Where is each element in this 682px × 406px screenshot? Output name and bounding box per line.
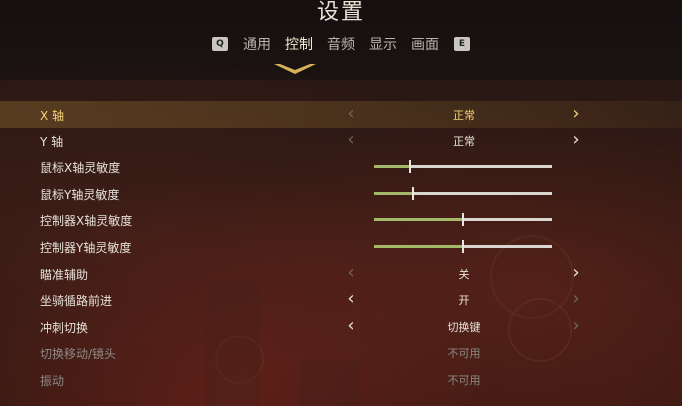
- next-tab-key-icon[interactable]: E: [454, 37, 470, 51]
- setting-label: Y 轴: [40, 135, 64, 149]
- chevron-right-icon[interactable]: ›: [569, 290, 583, 308]
- slider-handle[interactable]: [412, 187, 415, 200]
- chevron-right-icon[interactable]: ›: [569, 317, 583, 335]
- chevron-left-icon[interactable]: ‹: [344, 105, 358, 123]
- setting-row-controller-y-sensitivity[interactable]: 控制器Y轴灵敏度: [0, 233, 682, 260]
- setting-label: 控制器Y轴灵敏度: [40, 241, 132, 255]
- chevron-left-icon[interactable]: ‹: [344, 290, 358, 308]
- setting-value: 切换键: [447, 321, 481, 334]
- chevron-right-icon[interactable]: ›: [569, 264, 583, 282]
- setting-row-mouse-x-sensitivity[interactable]: 鼠标X轴灵敏度: [0, 153, 682, 180]
- setting-label: 鼠标Y轴灵敏度: [40, 188, 120, 202]
- setting-label: 坐骑循路前进: [40, 294, 113, 308]
- setting-value: 正常: [453, 109, 475, 122]
- tab-graphics[interactable]: 画面: [404, 34, 446, 54]
- setting-value: 正常: [453, 135, 475, 148]
- slider-fill: [374, 192, 414, 195]
- chevron-left-icon[interactable]: ‹: [344, 317, 358, 335]
- setting-label: 冲刺切换: [40, 321, 89, 335]
- setting-label: 控制器X轴灵敏度: [40, 214, 133, 228]
- setting-value: 不可用: [447, 374, 481, 387]
- setting-label: 瞄准辅助: [40, 268, 89, 282]
- chevron-right-icon[interactable]: ›: [569, 105, 583, 123]
- setting-row-y-axis[interactable]: Y 轴 ‹ 正常 ›: [0, 127, 682, 154]
- slider-fill: [374, 245, 463, 248]
- setting-row-switch-move-camera: 切换移动/镜头 不可用: [0, 339, 682, 366]
- setting-label: 振动: [40, 374, 65, 388]
- tab-controls[interactable]: 控制: [278, 34, 320, 54]
- tab-display[interactable]: 显示: [362, 34, 404, 54]
- setting-label: 鼠标X轴灵敏度: [40, 161, 121, 175]
- tab-bar: Q 通用 控制 音频 显示 画面 E: [0, 33, 682, 55]
- sensitivity-slider[interactable]: [374, 213, 552, 226]
- slider-handle[interactable]: [462, 240, 464, 253]
- slider-fill: [374, 218, 463, 221]
- tab-general[interactable]: 通用: [236, 34, 278, 54]
- setting-row-x-axis[interactable]: X 轴 ‹ 正常 ›: [0, 101, 682, 128]
- chevron-left-icon[interactable]: ‹: [344, 264, 358, 282]
- setting-row-mount-follow-path[interactable]: 坐骑循路前进 ‹ 开 ›: [0, 286, 682, 313]
- setting-row-aim-assist[interactable]: 瞄准辅助 ‹ 关 ›: [0, 260, 682, 287]
- sensitivity-slider[interactable]: [374, 240, 552, 253]
- setting-row-vibration: 振动 不可用: [0, 366, 682, 393]
- sensitivity-slider[interactable]: [374, 187, 552, 200]
- sensitivity-slider[interactable]: [374, 160, 552, 173]
- slider-handle[interactable]: [462, 213, 464, 226]
- tab-audio[interactable]: 音频: [320, 34, 362, 54]
- chevron-down-icon: [274, 64, 316, 74]
- slider-fill: [374, 165, 410, 168]
- chevron-right-icon[interactable]: ›: [569, 131, 583, 149]
- setting-label: X 轴: [40, 109, 65, 123]
- setting-value: 关: [458, 268, 470, 281]
- setting-row-sprint-toggle[interactable]: 冲刺切换 ‹ 切换键 ›: [0, 313, 682, 340]
- setting-row-controller-x-sensitivity[interactable]: 控制器X轴灵敏度: [0, 206, 682, 233]
- setting-label: 切换移动/镜头: [40, 347, 117, 361]
- setting-value: 开: [458, 294, 470, 307]
- slider-handle[interactable]: [408, 160, 411, 173]
- prev-tab-key-icon[interactable]: Q: [212, 37, 228, 51]
- chevron-left-icon[interactable]: ‹: [344, 131, 358, 149]
- setting-row-mouse-y-sensitivity[interactable]: 鼠标Y轴灵敏度: [0, 180, 682, 207]
- page-title: 设置: [316, 0, 365, 25]
- setting-value: 不可用: [447, 347, 481, 360]
